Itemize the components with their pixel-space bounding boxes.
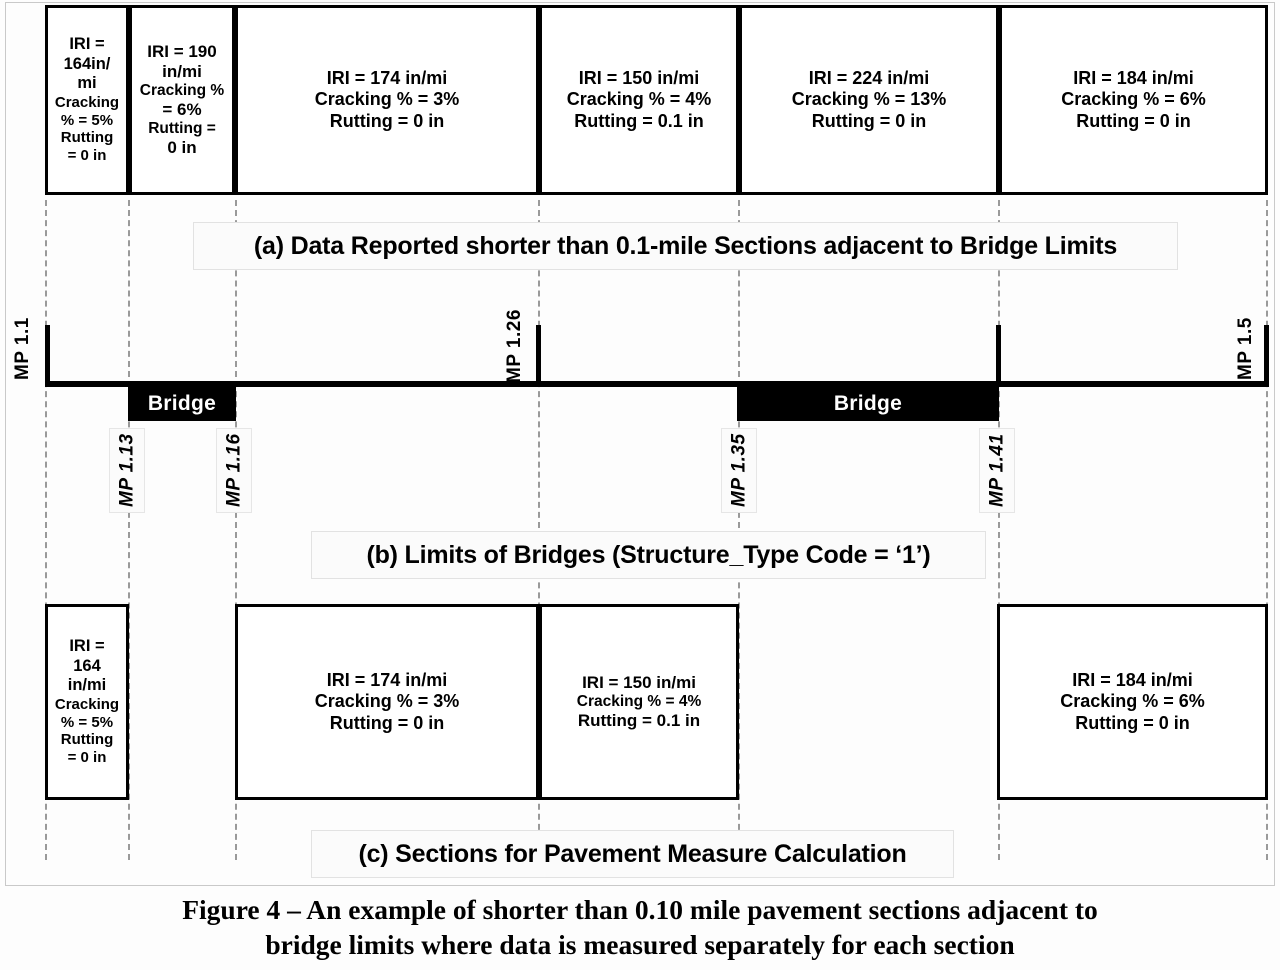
c-s3-line3: Rutting = 0.1 in xyxy=(577,711,701,731)
tick-mp-1-26 xyxy=(536,325,541,385)
a-s5-line3: Rutting = 0 in xyxy=(811,110,927,131)
mp-label-bridge2-end: MP 1.41 xyxy=(979,428,1015,513)
c-s2-line1: IRI = 174 in/mi xyxy=(326,670,448,691)
panel-a-caption-text: (a) Data Reported shorter than 0.1-mile … xyxy=(253,231,1118,260)
a-s1-line3: mi xyxy=(77,74,97,93)
c-s1-line1: IRI = xyxy=(69,637,105,656)
mp-label-bridge1-begin: MP 1.13 xyxy=(109,428,145,513)
figure-caption-line1: Figure 4 – An example of shorter than 0.… xyxy=(182,894,1098,925)
c-section-4-box: IRI = 184 in/mi Cracking % = 6% Rutting … xyxy=(997,604,1268,800)
a-s1-line4: Cracking xyxy=(54,93,120,111)
a-section-1-text: IRI = 164in/ mi Cracking % = 5% Rutting … xyxy=(52,35,122,164)
a-s6-line1: IRI = 184 in/mi xyxy=(1073,68,1194,89)
c-section-4-text: IRI = 184 in/mi Cracking % = 6% Rutting … xyxy=(1057,670,1208,734)
c-s4-line2: Cracking % = 6% xyxy=(1060,691,1205,712)
a-section-3-text: IRI = 174 in/mi Cracking % = 3% Rutting … xyxy=(312,68,463,132)
a-s1-line2: 164in/ xyxy=(63,54,111,73)
c-section-1-text: IRI = 164 in/mi Cracking % = 5% Rutting … xyxy=(52,637,122,766)
c-s3-line1: IRI = 150 in/mi xyxy=(582,672,696,692)
a-s3-line2: Cracking % = 3% xyxy=(314,89,460,110)
a-s6-line3: Rutting = 0 in xyxy=(1076,110,1191,131)
a-s4-line1: IRI = 150 in/mi xyxy=(578,68,700,89)
a-s2-line3: Cracking % xyxy=(139,81,225,99)
a-s2-line1: IRI = 190 xyxy=(147,41,217,61)
a-s5-line1: IRI = 224 in/mi xyxy=(808,68,930,89)
a-s4-line3: Rutting = 0.1 in xyxy=(574,110,704,131)
a-section-5-text: IRI = 224 in/mi Cracking % = 13% Rutting… xyxy=(789,68,950,132)
c-section-2-box: IRI = 174 in/mi Cracking % = 3% Rutting … xyxy=(235,604,539,800)
bridge-2-bar: Bridge xyxy=(737,387,999,421)
c-s2-line2: Cracking % = 3% xyxy=(314,691,460,712)
a-s1-line5: % = 5% xyxy=(60,111,114,129)
c-s4-line1: IRI = 184 in/mi xyxy=(1072,670,1193,691)
c-section-3-box: IRI = 150 in/mi Cracking % = 4% Rutting … xyxy=(539,604,739,800)
bridge-1-bar: Bridge xyxy=(128,387,236,421)
tick-mp-1-1 xyxy=(45,325,50,385)
panel-b-caption-text: (b) Limits of Bridges (Structure_Type Co… xyxy=(366,540,931,569)
panel-b-caption: (b) Limits of Bridges (Structure_Type Co… xyxy=(311,531,986,579)
a-s3-line1: IRI = 174 in/mi xyxy=(326,68,448,89)
a-section-1-box: IRI = 164in/ mi Cracking % = 5% Rutting … xyxy=(45,5,129,195)
bridge-2-label: Bridge xyxy=(833,392,903,415)
mp-label-route-begin-text: MP 1.1 xyxy=(12,317,33,380)
tick-mp-1-41 xyxy=(996,325,1001,385)
mp-label-route-begin: MP 1.1 xyxy=(12,285,33,380)
c-s1-line2: 164 xyxy=(73,656,101,675)
a-section-5-box: IRI = 224 in/mi Cracking % = 13% Rutting… xyxy=(739,5,999,195)
c-s1-line7: = 0 in xyxy=(67,748,107,766)
a-section-6-box: IRI = 184 in/mi Cracking % = 6% Rutting … xyxy=(999,5,1268,195)
a-s1-line6: Rutting xyxy=(60,129,114,147)
a-section-2-box: IRI = 190 in/mi Cracking % = 6% Rutting … xyxy=(129,5,235,195)
a-s6-line2: Cracking % = 6% xyxy=(1061,89,1206,110)
panel-c-caption: (c) Sections for Pavement Measure Calcul… xyxy=(311,830,954,878)
a-s2-line2: in/mi xyxy=(162,61,202,81)
figure-caption-line2: bridge limits where data is measured sep… xyxy=(265,928,1015,960)
mp-label-bridge2-end-text: MP 1.41 xyxy=(986,433,1008,508)
figure-caption: Figure 4 – An example of shorter than 0.… xyxy=(40,893,1240,962)
a-s2-line5: Rutting = xyxy=(148,120,216,138)
a-section-6-text: IRI = 184 in/mi Cracking % = 6% Rutting … xyxy=(1058,68,1209,132)
mp-label-bridge1-end-text: MP 1.16 xyxy=(223,433,245,508)
a-s5-line2: Cracking % = 13% xyxy=(791,89,947,110)
c-section-1-box: IRI = 164 in/mi Cracking % = 5% Rutting … xyxy=(45,604,129,800)
a-s4-line2: Cracking % = 4% xyxy=(566,89,712,110)
c-s1-line6: Rutting xyxy=(60,731,114,749)
tick-mp-1-5 xyxy=(1264,325,1269,385)
c-s1-line5: % = 5% xyxy=(60,713,114,731)
mp-label-mid: MP 1.26 xyxy=(504,283,525,383)
a-section-4-box: IRI = 150 in/mi Cracking % = 4% Rutting … xyxy=(539,5,739,195)
c-s3-line2: Cracking % = 4% xyxy=(576,692,702,710)
c-s1-line4: Cracking xyxy=(54,695,120,713)
mp-label-bridge1-begin-text: MP 1.13 xyxy=(116,433,138,508)
mp-label-mid-text: MP 1.26 xyxy=(504,309,525,383)
c-s2-line3: Rutting = 0 in xyxy=(329,712,445,733)
mp-label-bridge1-end: MP 1.16 xyxy=(216,428,252,513)
a-s2-line4: = 6% xyxy=(162,100,202,119)
a-section-4-text: IRI = 150 in/mi Cracking % = 4% Rutting … xyxy=(564,68,715,132)
a-s3-line3: Rutting = 0 in xyxy=(329,110,445,131)
panel-c-caption-text: (c) Sections for Pavement Measure Calcul… xyxy=(358,839,907,868)
a-s1-line1: IRI = xyxy=(69,35,105,54)
a-section-2-text: IRI = 190 in/mi Cracking % = 6% Rutting … xyxy=(137,42,227,159)
bridge-1-label: Bridge xyxy=(147,392,217,415)
mp-label-route-end: MP 1.5 xyxy=(1235,285,1256,380)
mp-label-bridge2-begin: MP 1.35 xyxy=(721,428,757,513)
mp-label-route-end-text: MP 1.5 xyxy=(1235,317,1256,380)
c-s4-line3: Rutting = 0 in xyxy=(1075,712,1190,733)
a-s2-line6: 0 in xyxy=(167,138,197,158)
a-section-3-box: IRI = 174 in/mi Cracking % = 3% Rutting … xyxy=(235,5,539,195)
c-section-3-text: IRI = 150 in/mi Cracking % = 4% Rutting … xyxy=(574,673,704,731)
mp-label-bridge2-begin-text: MP 1.35 xyxy=(728,433,750,508)
figure-4: IRI = 164in/ mi Cracking % = 5% Rutting … xyxy=(0,0,1280,970)
c-section-2-text: IRI = 174 in/mi Cracking % = 3% Rutting … xyxy=(312,670,463,734)
panel-a-caption: (a) Data Reported shorter than 0.1-mile … xyxy=(193,222,1178,270)
a-s1-line7: = 0 in xyxy=(67,146,107,164)
c-s1-line3: in/mi xyxy=(67,676,107,695)
